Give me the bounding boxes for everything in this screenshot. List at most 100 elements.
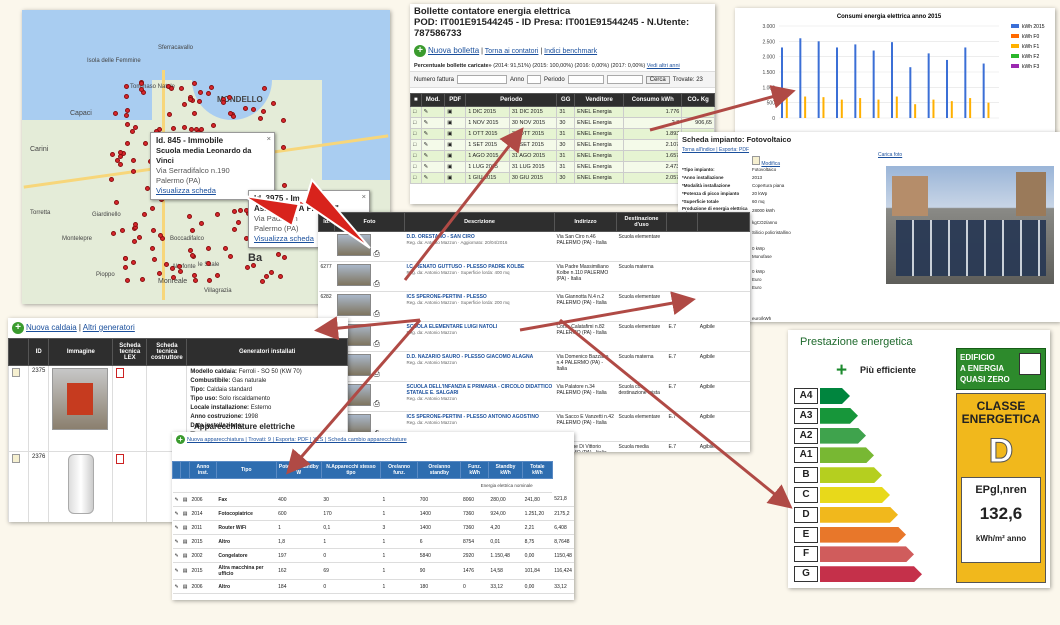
bill-row[interactable]: □ ✎ ▣ 1 DIC 2015 31 DIC 2015 31 ENEL Energia 1.… bbox=[410, 106, 715, 118]
row-checkbox[interactable]: □ bbox=[410, 128, 422, 140]
edit-icon[interactable] bbox=[8, 365, 29, 452]
pdf-icon[interactable]: ▣ bbox=[444, 106, 467, 118]
map-pin[interactable] bbox=[150, 246, 156, 252]
map-pin[interactable] bbox=[122, 256, 128, 262]
map-pin[interactable] bbox=[110, 151, 116, 157]
map-pin[interactable] bbox=[142, 140, 148, 146]
map-pin[interactable] bbox=[131, 238, 137, 244]
map-pin[interactable] bbox=[193, 278, 199, 284]
map-pin[interactable] bbox=[123, 265, 129, 271]
close-icon[interactable]: × bbox=[267, 134, 271, 144]
pdf-icon[interactable] bbox=[112, 451, 148, 522]
map-pin[interactable] bbox=[117, 162, 123, 168]
map-pin[interactable] bbox=[123, 84, 129, 90]
pdf-icon[interactable]: ▣ bbox=[444, 150, 467, 162]
table-row[interactable]: ✎ ▤ 2002 Congelatore 197 0 1 5840 2920 1.150,48 0,… bbox=[172, 548, 574, 563]
edit-icon[interactable]: ✎ bbox=[172, 506, 181, 521]
back-link[interactable]: Torna ai contatori bbox=[485, 48, 539, 55]
print-icon[interactable]: ⎙ bbox=[374, 309, 380, 318]
map-pin[interactable] bbox=[163, 261, 169, 267]
map-pin[interactable] bbox=[187, 247, 193, 253]
map-pin[interactable] bbox=[168, 85, 174, 91]
bill-row[interactable]: □ ✎ ▣ 1 SET 2015 30 SET 2015 30 ENEL Energia 2.… bbox=[410, 139, 715, 151]
map-pin[interactable] bbox=[232, 227, 238, 233]
map-pin[interactable] bbox=[124, 112, 130, 118]
table-row[interactable]: ✎ ▤ 2006 Fax 400 30 1 700 8060 280,00 241,80 521,8 bbox=[172, 492, 574, 507]
pdf-icon[interactable]: ▣ bbox=[444, 161, 467, 173]
table-row[interactable]: ⎙ D.D. NAZARIO SAURO - PLESSO GIACOMO ALA… bbox=[318, 351, 750, 382]
upload-photo-link[interactable]: Carica foto bbox=[878, 152, 902, 158]
map-pin[interactable] bbox=[130, 168, 136, 174]
map-pin[interactable] bbox=[260, 278, 266, 284]
print-icon[interactable]: ⎙ bbox=[374, 249, 380, 258]
map-pin[interactable] bbox=[119, 228, 125, 234]
map-pin[interactable] bbox=[191, 80, 197, 86]
map-pin[interactable] bbox=[230, 113, 236, 119]
bill-row[interactable]: □ ✎ ▣ 1 OTT 2015 31 OTT 2015 31 ENEL Energia 1.… bbox=[410, 128, 715, 140]
popup-view-link[interactable]: Visualizza scheda bbox=[254, 234, 314, 243]
edit-icon[interactable] bbox=[8, 451, 29, 522]
impianto-links[interactable]: Torna all'indice | Esporta: PDF bbox=[678, 147, 1060, 153]
map-pin[interactable] bbox=[231, 209, 237, 215]
row-checkbox[interactable]: □ bbox=[410, 106, 422, 118]
map-pin[interactable] bbox=[139, 277, 145, 283]
bill-row[interactable]: □ ✎ ▣ 1 LUG 2015 31 LUG 2015 31 ENEL Energia 2.… bbox=[410, 161, 715, 173]
table-row[interactable]: ⎙ SCUOLA DELL'INFANZIA E PRIMARIA - CIRCO… bbox=[318, 381, 750, 412]
edit-icon[interactable]: ✎ bbox=[172, 579, 181, 594]
pdf-icon[interactable] bbox=[112, 365, 148, 452]
map-pin[interactable] bbox=[278, 273, 284, 279]
map-pin[interactable] bbox=[207, 277, 213, 283]
other-years-link[interactable]: Vedi altri anni bbox=[647, 63, 680, 69]
bill-row[interactable]: □ ✎ ▣ 1 GIU 2015 30 GIU 2015 30 ENEL Energia 2.… bbox=[410, 172, 715, 184]
map-pin[interactable] bbox=[132, 221, 138, 227]
map-pin[interactable] bbox=[124, 141, 130, 147]
edit-icon[interactable]: ✎ bbox=[420, 106, 446, 118]
map-pin[interactable] bbox=[214, 272, 220, 278]
map-pin[interactable] bbox=[131, 158, 137, 164]
map-pin[interactable] bbox=[133, 124, 139, 130]
row-checkbox[interactable]: □ bbox=[410, 150, 422, 162]
pdf-icon[interactable]: ▣ bbox=[444, 117, 467, 129]
map-pin[interactable] bbox=[260, 109, 266, 115]
table-row[interactable]: ✎ ▤ 2014 Fotocopiatrice 600 170 1 1400 7360 924,0… bbox=[172, 506, 574, 521]
map-pin[interactable] bbox=[281, 182, 287, 188]
other-generators-link[interactable]: Altri generatori bbox=[83, 323, 135, 332]
map-pin[interactable] bbox=[179, 86, 185, 92]
map-pin[interactable] bbox=[190, 227, 196, 233]
map-pin[interactable] bbox=[205, 246, 211, 252]
edit-icon[interactable]: ✎ bbox=[172, 520, 181, 535]
col-check[interactable]: ■ bbox=[410, 93, 422, 107]
map-pin[interactable] bbox=[281, 117, 287, 123]
map-pin[interactable] bbox=[208, 84, 214, 90]
map-pin[interactable] bbox=[124, 122, 130, 128]
table-row[interactable]: ⎙ D.D. ORESTANO - SAN CIRO Reg. da: Antoni… bbox=[318, 231, 750, 262]
map-pin[interactable] bbox=[181, 124, 187, 130]
map-pin[interactable] bbox=[244, 264, 250, 270]
map-pin[interactable] bbox=[114, 200, 120, 206]
table-row[interactable]: ✎ ▤ 2006 Altro 184 0 1 180 0 33,12 0,00 33,12 bbox=[172, 579, 574, 594]
map-pin[interactable] bbox=[192, 111, 198, 117]
print-icon[interactable]: ⎙ bbox=[374, 339, 380, 348]
school-name[interactable]: SCUOLA DELL'INFANZIA E PRIMARIA - CIRCOL… bbox=[407, 384, 553, 396]
appliances-toolbar[interactable]: Nuova apparecchiatura | Trovati: 9 | Esp… bbox=[187, 437, 407, 443]
new-boiler-link[interactable]: Nuova caldaia bbox=[26, 323, 77, 332]
map-pin[interactable] bbox=[150, 205, 156, 211]
edit-icon[interactable]: ✎ bbox=[420, 161, 446, 173]
map-pin[interactable] bbox=[171, 126, 177, 132]
map-pin[interactable] bbox=[110, 231, 116, 237]
pdf-icon[interactable]: ▣ bbox=[444, 128, 467, 140]
map-pin[interactable] bbox=[166, 111, 172, 117]
map-pin[interactable] bbox=[186, 214, 192, 220]
map-pin[interactable] bbox=[206, 90, 212, 96]
edit-icon[interactable]: ✎ bbox=[420, 172, 446, 184]
map-pin[interactable] bbox=[220, 99, 226, 105]
map-pin[interactable] bbox=[189, 252, 195, 258]
map-pin[interactable] bbox=[211, 123, 217, 129]
edit-icon[interactable]: ✎ bbox=[172, 548, 181, 563]
period-from-input[interactable] bbox=[567, 75, 604, 84]
add-icon[interactable]: + bbox=[414, 45, 426, 57]
map-pin[interactable] bbox=[151, 256, 157, 262]
map-pin[interactable] bbox=[214, 212, 220, 218]
map-pin[interactable] bbox=[268, 269, 274, 275]
row-checkbox[interactable]: □ bbox=[410, 139, 422, 151]
